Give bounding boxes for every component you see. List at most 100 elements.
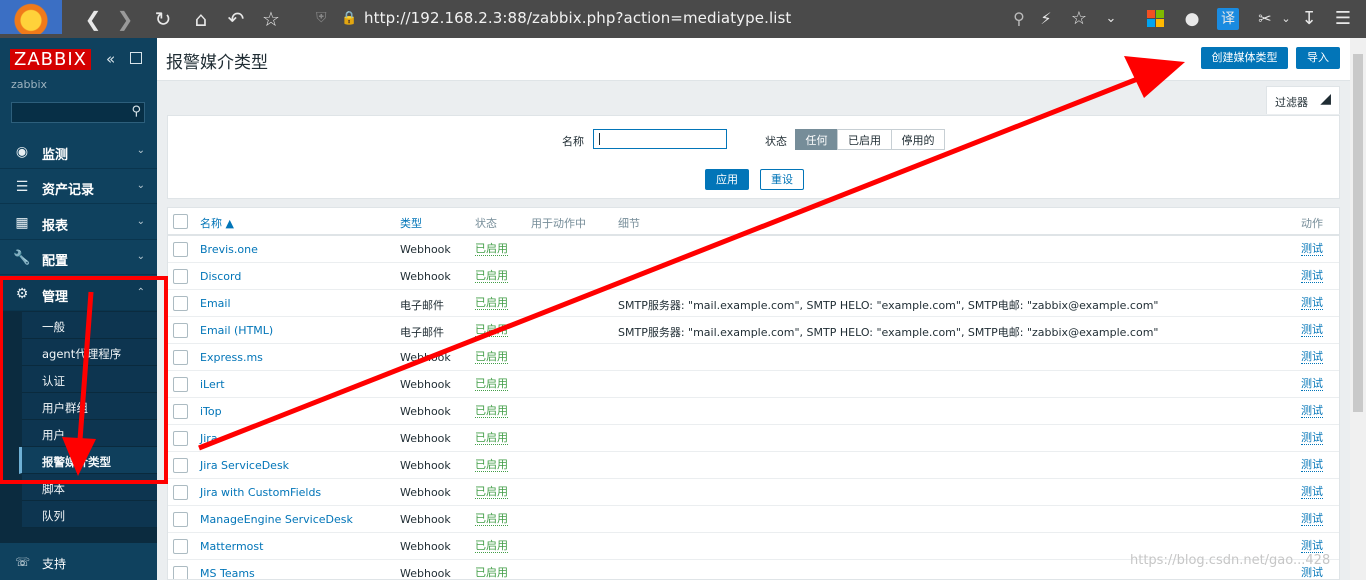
import-button[interactable]: 导入 [1296, 47, 1340, 69]
media-type-name-link[interactable]: Jira with CustomFields [200, 486, 321, 499]
test-link[interactable]: 测试 [1301, 405, 1323, 418]
media-type-name-link[interactable]: Discord [200, 270, 241, 283]
menu-monitoring[interactable]: ◉ 监测 ⌄ [0, 135, 157, 169]
row-checkbox[interactable] [173, 377, 188, 392]
submenu-queue[interactable]: 队列 [22, 501, 157, 528]
status-toggle-link[interactable]: 已启用 [475, 270, 508, 283]
test-link[interactable]: 测试 [1301, 432, 1323, 445]
address-bar[interactable]: http://192.168.2.3:88/zabbix.php?action=… [364, 9, 791, 27]
status-toggle-link[interactable]: 已启用 [475, 405, 508, 418]
status-disabled-radio[interactable]: 停用的 [891, 129, 945, 150]
filter-tab[interactable]: 过滤器 ◢ [1266, 86, 1340, 114]
row-checkbox[interactable] [173, 566, 188, 579]
status-toggle-link[interactable]: 已启用 [475, 243, 508, 256]
row-checkbox[interactable] [173, 404, 188, 419]
globe-icon[interactable]: ● [1179, 6, 1205, 32]
row-checkbox[interactable] [173, 485, 188, 500]
status-any-radio[interactable]: 任何 [795, 129, 838, 150]
test-link[interactable]: 测试 [1301, 486, 1323, 499]
menu-icon[interactable]: ☰ [1330, 6, 1356, 32]
status-toggle-link[interactable]: 已启用 [475, 486, 508, 499]
status-toggle-link[interactable]: 已启用 [475, 324, 508, 337]
test-link[interactable]: 测试 [1301, 243, 1323, 256]
media-type-name-link[interactable]: Jira ServiceDesk [200, 459, 289, 472]
create-media-type-button[interactable]: 创建媒体类型 [1201, 47, 1288, 69]
status-enabled-radio[interactable]: 已启用 [837, 129, 892, 150]
bookmark-star-icon[interactable]: ☆ [1066, 6, 1092, 32]
scroll-thumb[interactable] [1353, 54, 1363, 412]
media-type-name-link[interactable]: MS Teams [200, 567, 255, 579]
menu-administration[interactable]: ⚙ 管理 ⌃ [0, 277, 157, 311]
submenu-proxies[interactable]: agent代理程序 [22, 339, 157, 366]
insecure-lock-icon[interactable]: 🔒 [341, 11, 357, 26]
status-toggle-link[interactable]: 已启用 [475, 351, 508, 364]
row-checkbox[interactable] [173, 539, 188, 554]
media-type-name-link[interactable]: iLert [200, 378, 225, 391]
kiosk-mode-icon[interactable] [130, 52, 142, 64]
header-name[interactable]: 名称 ▲ [200, 215, 234, 231]
chevron-down-icon[interactable]: ⌄ [1098, 6, 1124, 32]
test-link[interactable]: 测试 [1301, 270, 1323, 283]
test-link[interactable]: 测试 [1301, 324, 1323, 337]
status-toggle-link[interactable]: 已启用 [475, 540, 508, 553]
menu-inventory[interactable]: ☰ 资产记录 ⌄ [0, 170, 157, 204]
row-checkbox[interactable] [173, 350, 188, 365]
test-link[interactable]: 测试 [1301, 378, 1323, 391]
test-link[interactable]: 测试 [1301, 567, 1323, 579]
media-type-name-link[interactable]: Express.ms [200, 351, 263, 364]
page-scrollbar[interactable] [1350, 38, 1366, 580]
submenu-media-types[interactable]: 报警媒介类型 [19, 447, 157, 474]
back-icon[interactable]: ❮ [80, 6, 106, 32]
submenu-users[interactable]: 用户 [22, 420, 157, 447]
media-type-name-link[interactable]: Jira [200, 432, 218, 445]
status-toggle-link[interactable]: 已启用 [475, 567, 508, 579]
test-link[interactable]: 测试 [1301, 459, 1323, 472]
row-checkbox[interactable] [173, 512, 188, 527]
undo-icon[interactable]: ↶ [223, 6, 249, 32]
search-icon[interactable]: ⚲ [131, 104, 141, 119]
status-toggle-link[interactable]: 已启用 [475, 432, 508, 445]
media-type-name-link[interactable]: Email (HTML) [200, 324, 273, 337]
forward-icon[interactable]: ❯ [112, 6, 138, 32]
reset-button[interactable]: 重设 [760, 169, 804, 190]
row-checkbox[interactable] [173, 269, 188, 284]
submenu-general[interactable]: 一般 [22, 312, 157, 339]
test-link[interactable]: 测试 [1301, 351, 1323, 364]
search-icon[interactable]: ⚲ [1006, 6, 1032, 32]
collapse-sidebar-icon[interactable]: « [106, 50, 115, 68]
media-type-name-link[interactable]: iTop [200, 405, 222, 418]
status-toggle-link[interactable]: 已启用 [475, 459, 508, 472]
sidebar-search-input[interactable]: ⚲ [11, 102, 145, 123]
row-checkbox[interactable] [173, 431, 188, 446]
media-type-name-link[interactable]: Brevis.one [200, 243, 258, 256]
test-link[interactable]: 测试 [1301, 297, 1323, 310]
media-type-name-link[interactable]: ManageEngine ServiceDesk [200, 513, 353, 526]
submenu-scripts[interactable]: 脚本 [22, 474, 157, 501]
star-icon[interactable]: ☆ [258, 6, 284, 32]
test-link[interactable]: 测试 [1301, 513, 1323, 526]
row-checkbox[interactable] [173, 323, 188, 338]
lightning-icon[interactable]: ⚡ [1033, 6, 1059, 32]
menu-configuration[interactable]: 🔧 配置 ⌄ [0, 241, 157, 275]
test-link[interactable]: 测试 [1301, 540, 1323, 553]
status-toggle-link[interactable]: 已启用 [475, 513, 508, 526]
reload-icon[interactable]: ↻ [150, 6, 176, 32]
submenu-user-groups[interactable]: 用户群组 [22, 393, 157, 420]
translate-icon[interactable]: 译 [1217, 8, 1239, 30]
status-toggle-link[interactable]: 已启用 [475, 378, 508, 391]
submenu-authentication[interactable]: 认证 [22, 366, 157, 393]
support-link[interactable]: ☏ 支持 [0, 543, 157, 580]
download-icon[interactable]: ↧ [1296, 6, 1322, 32]
apply-button[interactable]: 应用 [705, 169, 749, 190]
zabbix-logo[interactable]: ZABBIX [10, 49, 91, 70]
select-all-checkbox[interactable] [173, 214, 188, 229]
media-type-name-link[interactable]: Email [200, 297, 231, 310]
row-checkbox[interactable] [173, 242, 188, 257]
row-checkbox[interactable] [173, 296, 188, 311]
header-type[interactable]: 类型 [400, 215, 422, 231]
home-icon[interactable]: ⌂ [188, 6, 214, 32]
media-type-name-link[interactable]: Mattermost [200, 540, 263, 553]
menu-reports[interactable]: ▦ 报表 ⌄ [0, 206, 157, 240]
status-toggle-link[interactable]: 已启用 [475, 297, 508, 310]
filter-name-input[interactable] [593, 129, 727, 149]
